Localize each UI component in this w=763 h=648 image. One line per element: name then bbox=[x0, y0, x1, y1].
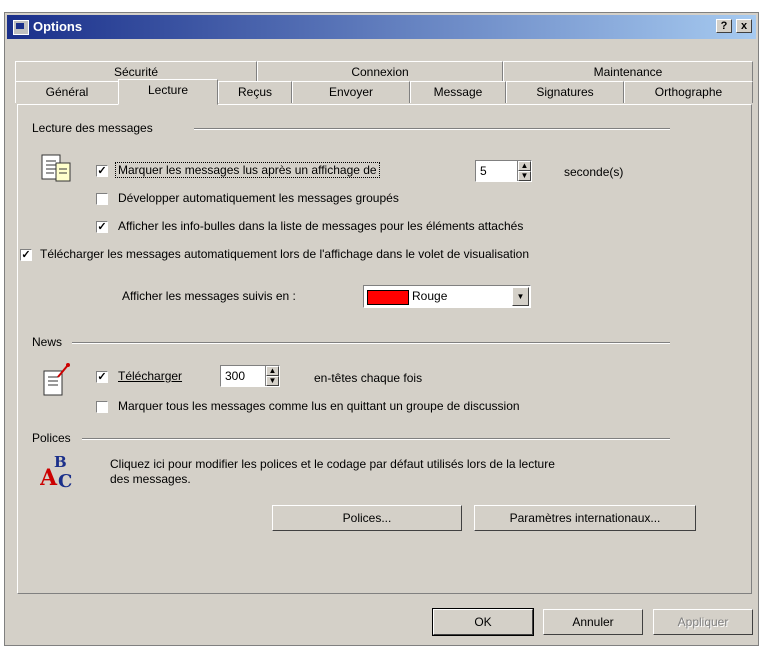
app-icon bbox=[13, 20, 29, 35]
auto-download-checkbox[interactable]: ✓ bbox=[20, 249, 32, 261]
fonts-icon: B A C bbox=[40, 453, 72, 491]
seconds-value[interactable]: 5 bbox=[480, 164, 487, 178]
tab-maintenance[interactable]: Maintenance bbox=[503, 61, 753, 81]
mark-read-checkbox[interactable]: ✓ bbox=[96, 165, 108, 177]
followed-color-select[interactable]: Rouge ▼ bbox=[363, 285, 531, 308]
tab-connexion[interactable]: Connexion bbox=[257, 61, 503, 81]
group-title-news: News bbox=[32, 335, 63, 349]
seconds-spinner[interactable]: 5 ▲ ▼ bbox=[475, 160, 532, 182]
headers-suffix: en-têtes chaque fois bbox=[314, 371, 423, 385]
close-button[interactable]: x bbox=[736, 19, 752, 33]
followed-color-label: Afficher les messages suivis en : bbox=[122, 289, 296, 303]
dropdown-arrow-icon[interactable]: ▼ bbox=[512, 287, 529, 306]
expand-groups-checkbox[interactable] bbox=[96, 193, 108, 205]
mark-read-label[interactable]: Marquer les messages lus après un affich… bbox=[115, 162, 380, 178]
fonts-description-line1: Cliquez ici pour modifier les polices et… bbox=[110, 457, 555, 471]
tab-securite[interactable]: Sécurité bbox=[15, 61, 257, 81]
download-news-checkbox[interactable]: ✓ bbox=[96, 371, 108, 383]
options-dialog: Options ? x Sécurité Connexion Maintenan… bbox=[4, 12, 759, 646]
tab-recus[interactable]: Reçus bbox=[218, 81, 292, 103]
show-tooltips-checkbox[interactable]: ✓ bbox=[96, 221, 108, 233]
followed-color-value: Rouge bbox=[412, 289, 448, 303]
tab-general[interactable]: Général bbox=[15, 81, 119, 103]
apply-button[interactable]: Appliquer bbox=[653, 609, 753, 635]
fonts-button[interactable]: Polices... bbox=[272, 505, 462, 531]
tab-lecture[interactable]: Lecture bbox=[118, 79, 218, 105]
tab-orthographe[interactable]: Orthographe bbox=[624, 81, 753, 103]
newsgroup-icon bbox=[43, 363, 70, 396]
mark-all-read-checkbox[interactable] bbox=[96, 401, 108, 413]
headers-count-value[interactable]: 300 bbox=[225, 369, 245, 383]
show-tooltips-label[interactable]: Afficher les info-bulles dans la liste d… bbox=[118, 219, 523, 233]
headers-spin-buttons[interactable]: ▲ ▼ bbox=[265, 366, 279, 386]
tab-signatures[interactable]: Signatures bbox=[506, 81, 624, 103]
expand-groups-label[interactable]: Développer automatiquement les messages … bbox=[118, 191, 399, 205]
spin-down-icon[interactable]: ▼ bbox=[518, 171, 531, 181]
title-bar[interactable]: Options ? x bbox=[7, 15, 756, 39]
cancel-button[interactable]: Annuler bbox=[543, 609, 643, 635]
group-title-fonts: Polices bbox=[32, 431, 71, 445]
svg-text:A: A bbox=[40, 465, 58, 491]
mark-all-read-label[interactable]: Marquer tous les messages comme lus en q… bbox=[118, 399, 520, 413]
group-title-reading: Lecture des messages bbox=[32, 121, 153, 135]
svg-text:C: C bbox=[58, 471, 72, 491]
tab-envoyer[interactable]: Envoyer bbox=[292, 81, 410, 103]
group-divider bbox=[194, 128, 670, 130]
fonts-description-line2: des messages. bbox=[110, 472, 191, 486]
spin-up-icon[interactable]: ▲ bbox=[518, 161, 531, 171]
window-title: Options bbox=[33, 19, 83, 34]
seconds-unit: seconde(s) bbox=[564, 165, 624, 179]
tab-message[interactable]: Message bbox=[410, 81, 506, 103]
read-message-icon bbox=[41, 154, 71, 182]
ok-button[interactable]: OK bbox=[432, 608, 534, 636]
group-divider bbox=[82, 438, 670, 440]
auto-download-label[interactable]: Télécharger les messages automatiquement… bbox=[40, 247, 529, 261]
spin-up-icon[interactable]: ▲ bbox=[266, 366, 279, 376]
help-button[interactable]: ? bbox=[716, 19, 732, 33]
group-divider bbox=[72, 342, 670, 344]
international-settings-button[interactable]: Paramètres internationaux... bbox=[474, 505, 696, 531]
headers-count-spinner[interactable]: 300 ▲ ▼ bbox=[220, 365, 280, 387]
tab-panel-lecture: Lecture des messages ✓ Marquer les messa… bbox=[17, 104, 752, 594]
download-news-label[interactable]: Télécharger bbox=[118, 369, 182, 383]
spin-down-icon[interactable]: ▼ bbox=[266, 376, 279, 386]
color-swatch bbox=[367, 290, 409, 305]
seconds-spin-buttons[interactable]: ▲ ▼ bbox=[517, 161, 531, 181]
